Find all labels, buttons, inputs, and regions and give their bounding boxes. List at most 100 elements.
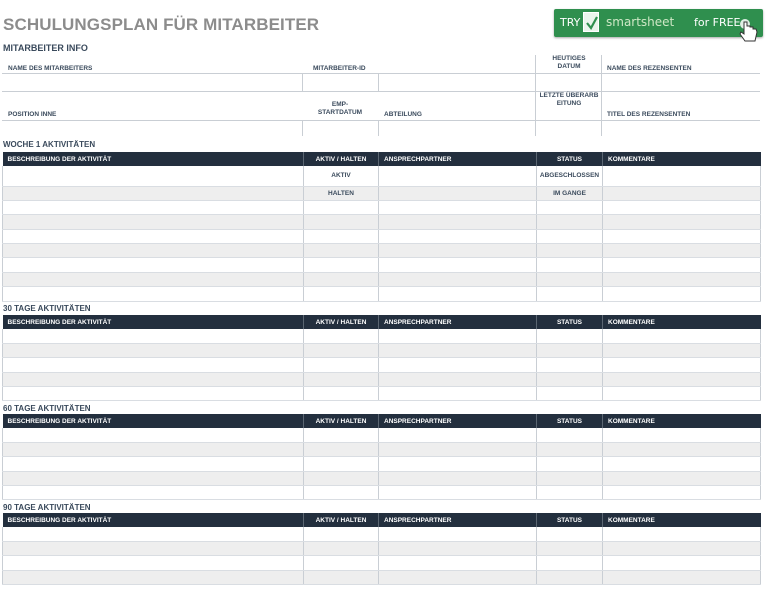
col-status-cell[interactable]	[536, 214, 603, 230]
col-comments-cell[interactable]	[602, 257, 761, 273]
col-contact-cell[interactable]	[378, 456, 537, 472]
col-contact-cell[interactable]	[378, 243, 537, 259]
col-active-hold-cell[interactable]	[303, 272, 379, 288]
col-description-cell[interactable]	[2, 485, 304, 501]
col-contact-cell[interactable]	[378, 272, 537, 288]
col-status-cell[interactable]	[536, 456, 603, 472]
col-description-cell[interactable]	[2, 229, 304, 245]
col-active-hold-cell[interactable]	[303, 243, 379, 259]
col-status-cell[interactable]	[536, 527, 603, 542]
col-status-cell[interactable]	[536, 442, 603, 458]
col-status-cell[interactable]	[536, 428, 603, 443]
col-description-cell[interactable]	[2, 541, 304, 557]
col-description-cell[interactable]	[2, 343, 304, 359]
col-status-cell[interactable]	[536, 329, 603, 344]
col-comments-cell[interactable]	[602, 166, 761, 187]
col-active-hold-cell[interactable]	[303, 555, 379, 571]
col-comments-cell[interactable]	[602, 329, 761, 344]
col-comments-cell[interactable]	[602, 372, 761, 388]
col-description-cell[interactable]	[2, 257, 304, 273]
col-active-hold-cell[interactable]	[303, 200, 379, 216]
col-contact-cell[interactable]	[378, 428, 537, 443]
col-description-cell[interactable]	[2, 166, 304, 187]
col-status-cell[interactable]	[536, 386, 603, 402]
col-comments-cell[interactable]	[602, 229, 761, 245]
col-description-cell[interactable]	[2, 186, 304, 201]
col-active-hold-cell[interactable]	[303, 527, 379, 542]
col-description-cell[interactable]	[2, 428, 304, 443]
col-active-hold-cell[interactable]	[303, 372, 379, 388]
col-active-hold-cell[interactable]	[303, 386, 379, 402]
col-contact-cell[interactable]	[378, 229, 537, 245]
col-status-cell[interactable]	[536, 555, 603, 571]
col-contact-cell[interactable]	[378, 343, 537, 359]
col-status-cell[interactable]	[536, 257, 603, 273]
col-active-hold-cell[interactable]	[303, 343, 379, 359]
col-contact-cell[interactable]	[378, 541, 537, 557]
col-comments-cell[interactable]	[602, 214, 761, 230]
col-description-cell[interactable]	[2, 471, 304, 487]
col-contact-cell[interactable]	[378, 329, 537, 344]
col-comments-cell[interactable]	[602, 555, 761, 571]
col-description-cell[interactable]	[2, 570, 304, 586]
col-contact-cell[interactable]	[378, 166, 537, 187]
col-active-hold-cell[interactable]	[303, 570, 379, 586]
col-status-cell[interactable]	[536, 286, 603, 302]
col-comments-cell[interactable]	[602, 357, 761, 373]
col-contact-cell[interactable]	[378, 186, 537, 201]
col-status-cell[interactable]	[536, 541, 603, 557]
col-status-cell[interactable]	[536, 485, 603, 501]
col-description-cell[interactable]	[2, 357, 304, 373]
col-description-cell[interactable]	[2, 372, 304, 388]
col-description-cell[interactable]	[2, 555, 304, 571]
col-status-cell[interactable]	[536, 570, 603, 586]
col-active-hold-cell[interactable]	[303, 485, 379, 501]
col-contact-cell[interactable]	[378, 257, 537, 273]
col-comments-cell[interactable]	[602, 243, 761, 259]
col-comments-cell[interactable]	[602, 200, 761, 216]
col-active-hold-cell[interactable]	[303, 357, 379, 373]
col-comments-cell[interactable]	[602, 485, 761, 501]
col-status-cell[interactable]	[536, 272, 603, 288]
col-contact-cell[interactable]	[378, 555, 537, 571]
col-description-cell[interactable]	[2, 272, 304, 288]
col-comments-cell[interactable]	[602, 428, 761, 443]
col-comments-cell[interactable]	[602, 527, 761, 542]
col-status-cell[interactable]	[536, 200, 603, 216]
col-description-cell[interactable]	[2, 442, 304, 458]
col-comments-cell[interactable]	[602, 343, 761, 359]
col-active-hold-cell[interactable]	[303, 456, 379, 472]
col-description-cell[interactable]	[2, 200, 304, 216]
col-description-cell[interactable]	[2, 214, 304, 230]
col-comments-cell[interactable]	[602, 442, 761, 458]
col-contact-cell[interactable]	[378, 386, 537, 402]
col-comments-cell[interactable]	[602, 272, 761, 288]
col-contact-cell[interactable]	[378, 200, 537, 216]
col-contact-cell[interactable]	[378, 570, 537, 586]
col-description-cell[interactable]	[2, 386, 304, 402]
col-status-cell[interactable]	[536, 229, 603, 245]
col-status-cell[interactable]	[536, 357, 603, 373]
col-contact-cell[interactable]	[378, 442, 537, 458]
col-active-hold-cell[interactable]: AKTIV	[303, 166, 379, 187]
col-status-cell[interactable]: ABGESCHLOSSEN	[536, 166, 603, 187]
col-comments-cell[interactable]	[602, 286, 761, 302]
col-contact-cell[interactable]	[378, 527, 537, 542]
col-active-hold-cell[interactable]	[303, 471, 379, 487]
col-comments-cell[interactable]	[602, 456, 761, 472]
col-status-cell[interactable]	[536, 372, 603, 388]
col-comments-cell[interactable]	[602, 541, 761, 557]
col-status-cell[interactable]	[536, 343, 603, 359]
col-active-hold-cell[interactable]	[303, 442, 379, 458]
col-contact-cell[interactable]	[378, 471, 537, 487]
col-active-hold-cell[interactable]	[303, 257, 379, 273]
col-contact-cell[interactable]	[378, 286, 537, 302]
col-active-hold-cell[interactable]	[303, 229, 379, 245]
col-contact-cell[interactable]	[378, 357, 537, 373]
col-comments-cell[interactable]	[602, 570, 761, 586]
col-active-hold-cell[interactable]	[303, 541, 379, 557]
col-active-hold-cell[interactable]	[303, 214, 379, 230]
col-status-cell[interactable]	[536, 243, 603, 259]
col-comments-cell[interactable]	[602, 386, 761, 402]
col-active-hold-cell[interactable]	[303, 428, 379, 443]
